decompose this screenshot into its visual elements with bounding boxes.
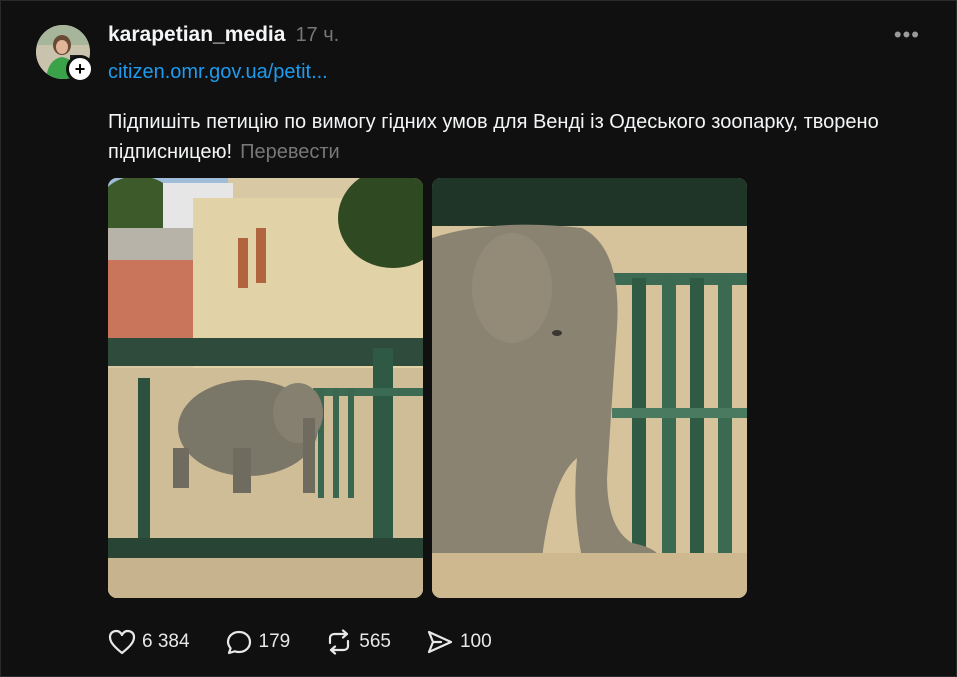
post-timestamp[interactable]: 17 ч. <box>295 24 339 47</box>
post-image-2[interactable] <box>432 178 747 598</box>
send-icon <box>427 630 453 654</box>
post-text: Підпишіть петицію по вимогу гідних умов … <box>108 107 908 167</box>
username-link[interactable]: karapetian_media <box>108 23 285 47</box>
more-options-icon[interactable]: ••• <box>894 24 920 46</box>
share-button[interactable]: 100 <box>426 629 492 655</box>
post-body-text: Підпишіть петицію по вимогу гідних умов … <box>108 111 879 163</box>
repost-count: 565 <box>359 631 391 652</box>
follow-plus-icon[interactable]: + <box>66 55 94 83</box>
comment-button[interactable]: 179 <box>225 629 291 655</box>
comment-icon <box>226 630 251 655</box>
avatar[interactable]: + <box>36 25 94 83</box>
post-image-1[interactable] <box>108 178 423 598</box>
like-button[interactable]: 6 384 <box>108 629 190 655</box>
repost-icon <box>329 629 350 655</box>
post-actions: 6 384 179 565 100 <box>108 625 527 659</box>
post-header: karapetian_media 17 ч. <box>108 23 339 51</box>
petition-link[interactable]: citizen.omr.gov.ua/petit... <box>108 61 328 84</box>
translate-link[interactable]: Перевести <box>240 141 340 163</box>
heart-icon <box>108 629 136 655</box>
share-count: 100 <box>459 631 492 652</box>
post-card: + karapetian_media 17 ч. ••• citizen.omr… <box>0 0 957 677</box>
like-count: 6 384 <box>142 631 190 652</box>
repost-button[interactable]: 565 <box>325 629 391 655</box>
comment-count: 179 <box>258 631 291 652</box>
